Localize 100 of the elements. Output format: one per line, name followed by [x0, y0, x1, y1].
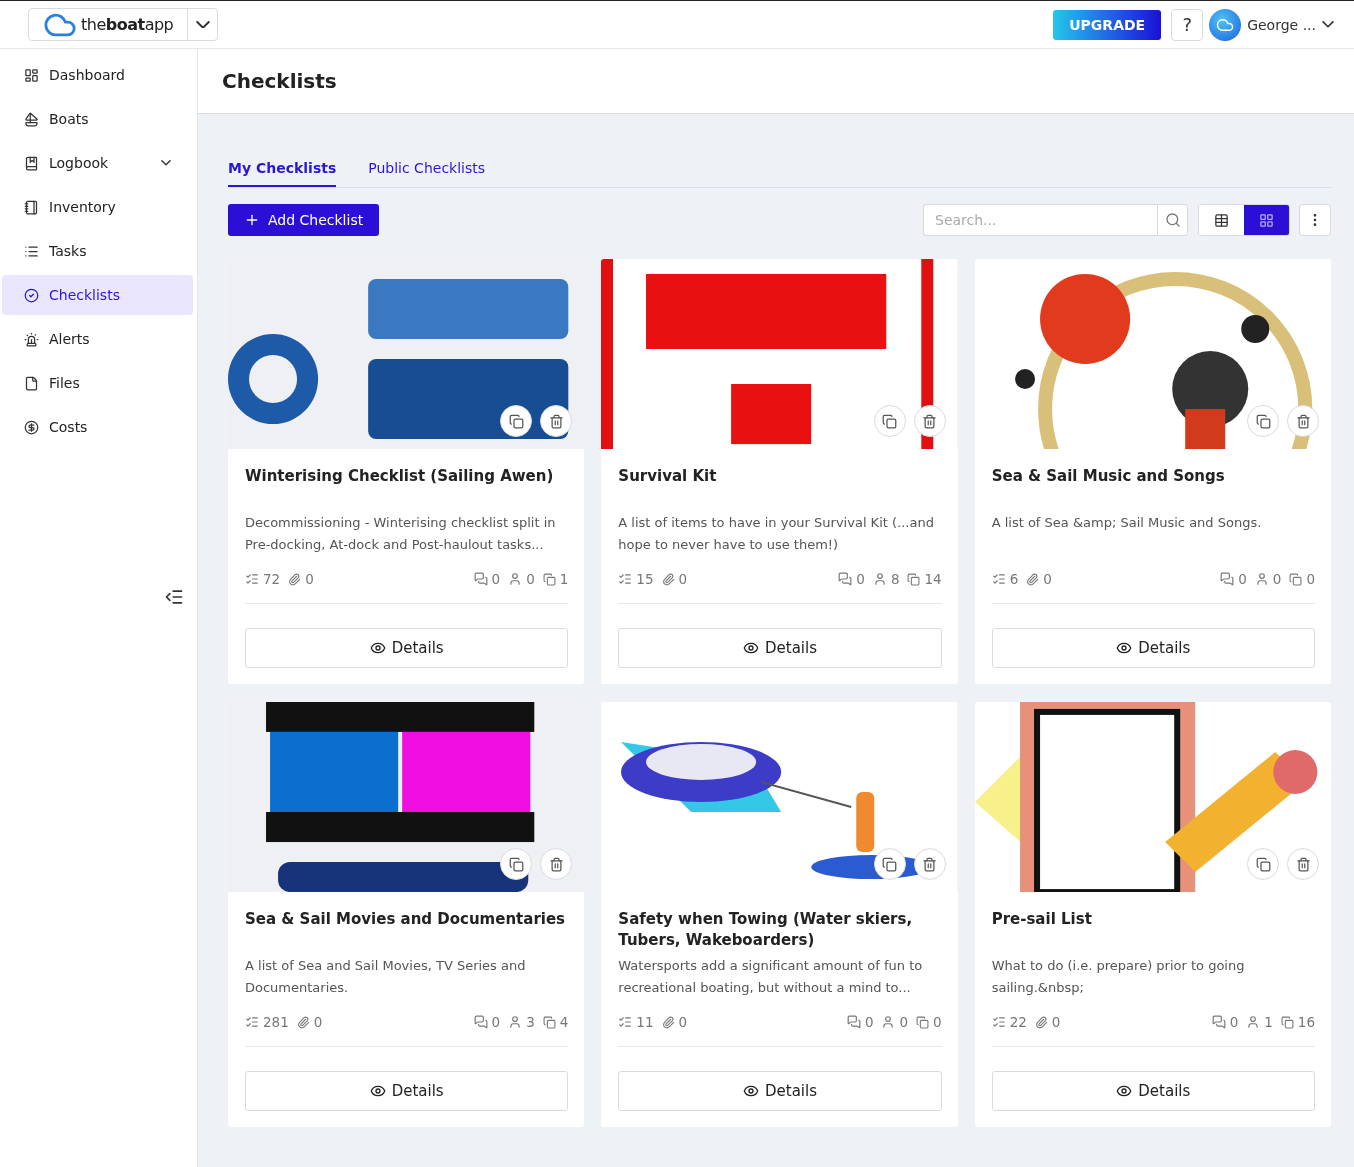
copy-icon — [1289, 572, 1303, 586]
card-title: Pre-sail List — [991, 909, 1093, 930]
eye-icon — [1116, 640, 1133, 656]
comments-icon — [838, 572, 853, 586]
attachment-count: 0 — [305, 571, 314, 587]
comment-count: 0 — [1238, 571, 1247, 587]
card-description: A list of Sea and Sail Movies, TV Series and Documentaries. — [245, 957, 527, 997]
details-button[interactable]: Details — [618, 628, 942, 668]
grid-icon — [1259, 212, 1274, 228]
copy-icon — [508, 413, 524, 429]
sidebar-item[interactable]: Logbook — [2, 143, 193, 183]
chevron-down-icon — [195, 20, 210, 29]
chevron-down-icon — [1322, 21, 1334, 28]
copy-icon — [882, 856, 898, 872]
list-icon — [245, 572, 259, 586]
trash-icon — [548, 856, 564, 872]
sidebar-item[interactable]: Costs — [2, 407, 193, 447]
details-button[interactable]: Details — [991, 628, 1315, 668]
comments-icon — [1220, 572, 1235, 586]
sidebar-item[interactable]: Alerts — [2, 319, 193, 359]
card-description: Decommissioning - Winterising checklist split in Pre-docking, At-dock and Post-haulout tasks... — [245, 514, 557, 554]
help-button[interactable]: ? — [1171, 8, 1204, 41]
paperclip-icon — [288, 572, 302, 586]
user-icon — [1246, 1015, 1261, 1029]
task-count: 72 — [263, 571, 281, 587]
tab[interactable]: My Checklists — [228, 150, 337, 187]
search-icon — [1164, 212, 1181, 228]
file-icon — [24, 375, 39, 391]
tab[interactable]: Public Checklists — [368, 150, 486, 187]
copy-icon — [1255, 856, 1271, 872]
card-title: Sea & Sail Movies and Documentaries — [245, 909, 567, 930]
paperclip-icon — [1034, 1015, 1048, 1029]
search-button[interactable] — [1157, 204, 1188, 236]
comment-count: 0 — [491, 1014, 501, 1030]
sidebar-item[interactable]: Files — [2, 363, 193, 403]
add-checklist-button[interactable]: Add Checklist — [228, 204, 380, 236]
paperclip-icon — [296, 1015, 310, 1029]
comments-icon — [473, 1015, 488, 1029]
sidebar-item[interactable]: Boats — [2, 99, 193, 139]
copy-count: 1 — [559, 571, 569, 587]
card-description: What to do (i.e. prepare) prior to going sailing.&nbsp; — [991, 957, 1246, 997]
trash-icon — [922, 856, 938, 872]
plus-icon — [244, 212, 260, 228]
details-button[interactable]: Details — [991, 1071, 1315, 1111]
comment-count: 0 — [1229, 1014, 1239, 1030]
user-menu[interactable]: George ... — [1209, 8, 1334, 41]
details-button[interactable]: Details — [618, 1071, 942, 1111]
copy-icon — [1280, 1015, 1294, 1029]
list-icon — [618, 572, 633, 586]
task-count: 15 — [636, 571, 654, 587]
attachment-count: 0 — [313, 1014, 323, 1030]
sidebar-item[interactable]: Inventory — [2, 187, 193, 227]
sidebar-item[interactable]: Dashboard — [2, 55, 193, 95]
copy-count: 14 — [924, 571, 942, 587]
avatar — [1209, 8, 1242, 41]
siren-icon — [24, 331, 39, 347]
sidebar-item[interactable]: Tasks — [2, 231, 193, 271]
user-count: 1 — [1264, 1014, 1273, 1030]
copy-icon — [916, 1015, 930, 1029]
attachment-count: 0 — [678, 1014, 688, 1030]
eye-icon — [1116, 1083, 1133, 1099]
copy-count: 4 — [559, 1014, 569, 1030]
task-count: 22 — [1009, 1014, 1027, 1030]
user-count: 8 — [890, 571, 900, 587]
eye-icon — [369, 640, 386, 656]
check-circle-icon — [24, 287, 39, 303]
user-icon — [872, 572, 887, 586]
chevron-down-icon — [161, 160, 171, 166]
dashboard-icon — [24, 67, 39, 83]
details-button[interactable]: Details — [245, 628, 569, 668]
comment-count: 0 — [864, 1014, 874, 1030]
copy-count: 0 — [1306, 571, 1315, 587]
upgrade-button[interactable]: UPGRADE — [1053, 9, 1162, 40]
card-description: Watersports add a significant amount of fun to recreational boating, but without a mind to... — [618, 957, 924, 997]
paperclip-icon — [661, 572, 675, 586]
attachment-count: 0 — [1043, 571, 1052, 587]
task-count: 6 — [1009, 571, 1019, 587]
eye-icon — [743, 1083, 759, 1099]
comments-icon — [846, 1015, 861, 1029]
list-icon — [618, 1015, 633, 1029]
attachment-count: 0 — [1051, 1014, 1061, 1030]
details-button[interactable]: Details — [245, 1071, 569, 1111]
card-title: Safety when Towing (Water skiers, Tubers, Wakeboarders) — [618, 909, 914, 951]
copy-icon — [508, 856, 524, 872]
list-icon — [24, 243, 39, 259]
table-icon — [1214, 212, 1229, 228]
card-title: Winterising Checklist (Sailing Awen) — [245, 466, 555, 487]
collapse-sidebar-icon[interactable] — [164, 587, 184, 607]
copy-count: 0 — [933, 1014, 942, 1030]
copy-count: 16 — [1297, 1014, 1315, 1030]
sidebar-item[interactable]: Checklists — [2, 275, 193, 315]
user-count: 0 — [526, 571, 535, 587]
comments-icon — [473, 572, 488, 586]
app-switcher[interactable]: theboatapp — [28, 8, 219, 41]
search-field[interactable]: Search... — [923, 204, 1157, 236]
comment-count: 0 — [856, 571, 865, 587]
attachment-count: 0 — [678, 571, 688, 587]
notebook-icon — [24, 199, 39, 215]
logo-text: theboatapp — [81, 15, 174, 34]
list-icon — [991, 572, 1006, 586]
